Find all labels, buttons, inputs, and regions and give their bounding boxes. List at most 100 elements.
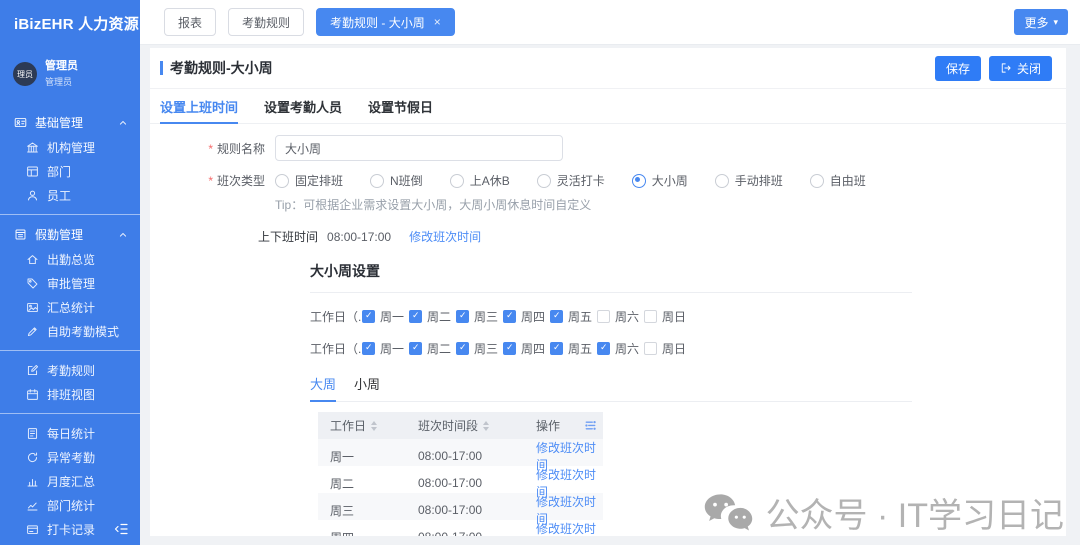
close-icon[interactable]: × xyxy=(434,16,441,28)
sidebar-item-label: 机构管理 xyxy=(47,139,95,156)
sidebar-group-rules: 考勤规则 排班视图 xyxy=(0,358,140,406)
radio-icon[interactable] xyxy=(275,174,289,188)
close-button[interactable]: 关闭 xyxy=(989,56,1052,81)
sidebar-item[interactable]: 月度汇总 xyxy=(0,469,140,493)
day-checkbox-item[interactable]: 周二 xyxy=(409,340,456,357)
menu-icon xyxy=(26,325,39,338)
checkbox-icon[interactable] xyxy=(503,342,516,355)
day-label: 周一 xyxy=(380,308,404,325)
modify-shift-time-link[interactable]: 修改班次时间 xyxy=(409,228,481,245)
day-checkbox-item[interactable]: 周六 xyxy=(597,340,644,357)
page-title-text: 考勤规则-大小周 xyxy=(170,58,273,78)
sidebar-collapse-icon[interactable] xyxy=(113,521,129,537)
sidebar-item-label: 部门 xyxy=(47,163,71,180)
checkbox-icon[interactable] xyxy=(456,310,469,323)
checkbox-icon[interactable] xyxy=(456,342,469,355)
radio-icon[interactable] xyxy=(450,174,464,188)
checkbox-icon[interactable] xyxy=(644,342,657,355)
workday-row-big-week: 工作日（... 周一 周二 周三 xyxy=(310,308,912,325)
checkbox-icon[interactable] xyxy=(550,342,563,355)
sidebar-item[interactable]: 异常考勤 xyxy=(0,445,140,469)
window-tab[interactable]: 考勤规则 - 大小周 × xyxy=(316,8,455,36)
sidebar-item[interactable]: 每日统计 xyxy=(0,421,140,445)
sidebar-item[interactable]: 汇总统计 xyxy=(0,295,140,319)
radio-icon[interactable] xyxy=(370,174,384,188)
sort-icon[interactable] xyxy=(371,421,377,431)
checkbox-icon[interactable] xyxy=(362,342,375,355)
table-row: 周三 08:00-17:00 修改班次时间 xyxy=(318,493,603,520)
day-checkbox-item[interactable]: 周四 xyxy=(503,308,550,325)
day-checkbox-item[interactable]: 周五 xyxy=(550,308,597,325)
shift-type-radio[interactable]: 大小周 xyxy=(632,172,688,189)
day-label: 周四 xyxy=(521,308,545,325)
checkbox-icon[interactable] xyxy=(409,310,422,323)
radio-icon[interactable] xyxy=(537,174,551,188)
day-checkbox-item[interactable]: 周五 xyxy=(550,340,597,357)
rule-name-input[interactable] xyxy=(275,135,563,161)
sidebar-item[interactable]: 自助考勤模式 xyxy=(0,319,140,343)
week-size-tab[interactable]: 小周 xyxy=(354,374,380,401)
shift-type-radio[interactable]: 固定排班 xyxy=(275,172,343,189)
day-checkbox-item[interactable]: 周日 xyxy=(644,308,691,325)
checkbox-icon[interactable] xyxy=(597,310,610,323)
user-profile[interactable]: 理员 管理员 管理员 xyxy=(13,60,140,88)
checkbox-icon[interactable] xyxy=(362,310,375,323)
chevron-up-icon xyxy=(117,117,129,129)
sidebar-item[interactable]: 排班视图 xyxy=(0,382,140,406)
radio-label: 大小周 xyxy=(652,172,688,189)
radio-icon[interactable] xyxy=(810,174,824,188)
section-tab[interactable]: 设置节假日 xyxy=(368,97,433,123)
more-button[interactable]: 更多 ▾ xyxy=(1014,9,1068,35)
modify-shift-time-link[interactable]: 修改班次时间 xyxy=(536,520,603,536)
shift-type-radio[interactable]: 自由班 xyxy=(810,172,866,189)
window-tab[interactable]: 考勤规则 × xyxy=(228,8,304,36)
day-checkbox-item[interactable]: 周二 xyxy=(409,308,456,325)
sidebar-item[interactable]: 考勤规则 xyxy=(0,358,140,382)
shift-type-radio[interactable]: N班倒 xyxy=(370,172,423,189)
checkbox-icon[interactable] xyxy=(409,342,422,355)
page-title: 考勤规则-大小周 xyxy=(160,58,273,78)
column-filter-icon[interactable] xyxy=(584,419,597,432)
day-checkbox-item[interactable]: 周三 xyxy=(456,308,503,325)
section-tab[interactable]: 设置上班时间 xyxy=(160,97,238,123)
work-time-row: 上下班时间 08:00-17:00 修改班次时间 xyxy=(258,228,1066,245)
save-button[interactable]: 保存 xyxy=(935,56,981,81)
cycle-settings-block: 大小周设置 工作日（... 周一 周二 xyxy=(310,261,912,536)
sidebar-item[interactable]: 出勤总览 xyxy=(0,247,140,271)
day-checkbox-item[interactable]: 周一 xyxy=(362,308,409,325)
checkbox-icon[interactable] xyxy=(597,342,610,355)
radio-icon[interactable] xyxy=(632,174,646,188)
section-tab[interactable]: 设置考勤人员 xyxy=(264,97,342,123)
day-checkbox-item[interactable]: 周日 xyxy=(644,340,691,357)
column-label: 班次时间段 xyxy=(418,417,478,434)
window-tab[interactable]: 报表 × xyxy=(164,8,216,36)
shift-type-radio[interactable]: 上A休B xyxy=(450,172,510,189)
checkbox-icon[interactable] xyxy=(503,310,516,323)
day-checkbox-item[interactable]: 周一 xyxy=(362,340,409,357)
day-label: 周二 xyxy=(427,308,451,325)
sidebar-item[interactable]: 部门 xyxy=(0,159,140,183)
sidebar-item[interactable]: 员工 xyxy=(0,183,140,207)
sort-icon[interactable] xyxy=(483,421,489,431)
day-checkbox-item[interactable]: 周四 xyxy=(503,340,550,357)
sidebar-section-basic-management[interactable]: 基础管理 xyxy=(0,110,140,135)
day-checkbox-item[interactable]: 周六 xyxy=(597,308,644,325)
menu-icon xyxy=(26,165,39,178)
sidebar-item-label: 考勤规则 xyxy=(47,362,95,379)
week-size-tab[interactable]: 大周 xyxy=(310,374,336,401)
checkbox-icon[interactable] xyxy=(644,310,657,323)
sidebar-section-leave-management[interactable]: 假勤管理 xyxy=(0,222,140,247)
section-tabs: 设置上班时间 设置考勤人员 设置节假日 xyxy=(150,89,1066,124)
checkbox-icon[interactable] xyxy=(550,310,563,323)
day-checkbox-item[interactable]: 周三 xyxy=(456,340,503,357)
sidebar-item-label: 汇总统计 xyxy=(47,299,95,316)
day-label: 周日 xyxy=(662,340,686,357)
shift-type-radio[interactable]: 手动排班 xyxy=(715,172,783,189)
sidebar-item[interactable]: 机构管理 xyxy=(0,135,140,159)
shift-type-radio[interactable]: 灵活打卡 xyxy=(537,172,605,189)
page-header: 考勤规则-大小周 保存 关闭 xyxy=(150,48,1066,89)
sidebar-group-basic: 机构管理 部门 员工 xyxy=(0,135,140,207)
radio-icon[interactable] xyxy=(715,174,729,188)
sidebar-item[interactable]: 部门统计 xyxy=(0,493,140,517)
sidebar-item[interactable]: 审批管理 xyxy=(0,271,140,295)
